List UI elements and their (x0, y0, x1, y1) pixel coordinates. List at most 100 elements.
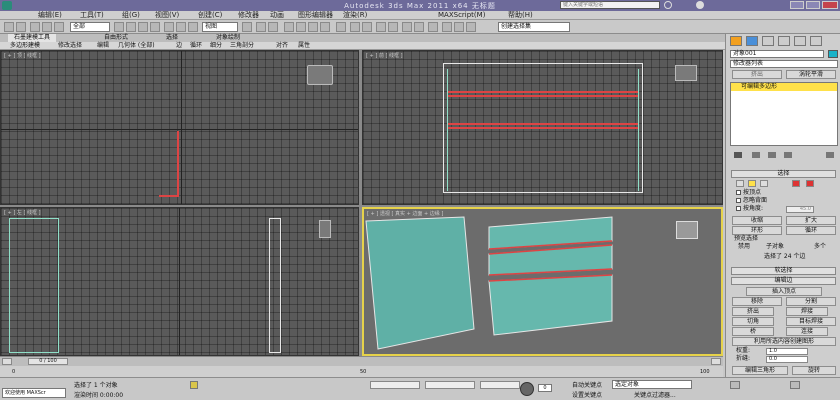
hierarchy-tab-icon[interactable] (762, 36, 774, 46)
mirror-icon[interactable] (350, 22, 360, 32)
ribbon-edit[interactable]: 编辑 (97, 42, 109, 50)
lock-icon[interactable] (190, 381, 198, 389)
menu-graph-editors[interactable]: 图形编辑器 (298, 11, 333, 20)
ribbon-align[interactable]: 对齐 (276, 42, 288, 50)
manipulate-icon[interactable] (256, 22, 266, 32)
preview-subobject-radio[interactable]: 子对象 (766, 243, 784, 251)
ribbon-polygon-modeling[interactable]: 多边形建模 (10, 42, 40, 50)
loop-button[interactable]: 循环 (786, 226, 836, 235)
tab-object-paint[interactable]: 对象绘制 (216, 34, 240, 42)
help-icon[interactable] (696, 1, 704, 9)
utilities-tab-icon[interactable] (810, 36, 822, 46)
time-slider-thumb[interactable]: 0 / 100 (28, 358, 68, 365)
menu-group[interactable]: 组(G) (122, 11, 140, 20)
angle-spinner[interactable]: 45.0 (786, 206, 814, 213)
edge-subobject-icon[interactable] (748, 180, 756, 187)
menu-edit[interactable]: 编辑(E) (38, 11, 62, 20)
render-setup-icon[interactable] (442, 22, 452, 32)
ribbon-loops[interactable]: 循环 (190, 42, 202, 50)
weight-spinner[interactable]: 1.0 (766, 348, 808, 355)
redo-icon[interactable] (16, 22, 26, 32)
minimize-button[interactable] (790, 1, 804, 9)
prev-frame-button[interactable] (2, 358, 12, 365)
preview-disabled-radio[interactable]: 禁用 (738, 243, 750, 251)
ribbon-subdivision[interactable]: 细分 (210, 42, 222, 50)
select-icon[interactable] (114, 22, 124, 32)
target-weld-button[interactable]: 目标焊接 (786, 317, 836, 326)
zoom-icon[interactable] (790, 381, 800, 389)
auto-key-label[interactable]: 自动关键点 (572, 380, 602, 389)
remove-modifier-icon[interactable] (784, 152, 792, 158)
scale-icon[interactable] (188, 22, 198, 32)
configure-sets-icon[interactable] (826, 152, 834, 158)
angle-snap-icon[interactable] (296, 22, 306, 32)
weld-button[interactable]: 焊接 (786, 307, 828, 316)
tab-graphite[interactable]: 石墨建模工具 (8, 34, 57, 42)
schematic-icon[interactable] (414, 22, 424, 32)
connect-button[interactable]: 连接 (786, 327, 828, 336)
selection-rollout-header[interactable]: 选择 (731, 170, 836, 178)
vertex-subobject-icon[interactable] (736, 180, 744, 187)
by-angle-checkbox[interactable]: 按角度: (736, 205, 763, 213)
layer-icon[interactable] (376, 22, 386, 32)
menu-views[interactable]: 视图(V) (155, 11, 179, 20)
ring-button[interactable]: 环形 (732, 226, 782, 235)
split-button[interactable]: 分割 (786, 297, 836, 306)
ignore-backfacing-checkbox[interactable]: 忽略背面 (736, 197, 767, 205)
chamfer-button[interactable]: 切角 (732, 317, 774, 326)
move-icon[interactable] (164, 22, 174, 32)
play-button[interactable] (730, 381, 740, 389)
soft-selection-rollout-header[interactable]: 软选择 (731, 267, 836, 275)
menu-rendering[interactable]: 渲染(R) (343, 11, 367, 20)
curve-editor-icon[interactable] (402, 22, 412, 32)
maximize-button[interactable] (806, 1, 820, 9)
ribbon-edges[interactable]: 边 (176, 42, 182, 50)
pin-stack-icon[interactable] (734, 152, 742, 158)
named-selection-dropdown[interactable]: 创建选择集 (498, 22, 570, 32)
snap-3d-icon[interactable] (284, 22, 294, 32)
viewport-left[interactable]: [ + ] 左 [ 线框 ] (0, 207, 359, 356)
search-input[interactable]: 键入关键字或短语 (560, 1, 660, 9)
close-button[interactable] (822, 1, 838, 9)
frame-number[interactable]: 0 (538, 384, 552, 392)
key-filters-button[interactable]: 关键点过滤器... (634, 390, 676, 399)
make-unique-icon[interactable] (768, 152, 776, 158)
viewcube-icon[interactable] (319, 220, 331, 238)
shrink-button[interactable]: 收缩 (732, 216, 782, 225)
render-icon[interactable] (466, 22, 476, 32)
extrude-modifier-button[interactable]: 挤出 (732, 70, 782, 79)
coord-field-x[interactable] (370, 381, 420, 389)
set-key-label[interactable]: 设置关键点 (572, 390, 602, 399)
selection-filter-dropdown[interactable]: 全部 (70, 22, 110, 32)
link-icon[interactable] (30, 22, 40, 32)
object-name-field[interactable]: 对象001 (730, 50, 824, 58)
viewcube-icon[interactable] (307, 65, 333, 85)
ribbon-triangulation[interactable]: 三角剖分 (230, 42, 254, 50)
polygon-subobject-icon[interactable] (792, 180, 800, 187)
menu-help[interactable]: 帮助(H) (508, 11, 533, 20)
pivot-icon[interactable] (242, 22, 252, 32)
menu-modifiers[interactable]: 修改器 (238, 11, 259, 20)
turbosmooth-modifier-button[interactable]: 涡轮平滑 (786, 70, 836, 79)
align-icon[interactable] (362, 22, 372, 32)
tab-selection[interactable]: 选择 (166, 34, 178, 42)
key-mode-dropdown[interactable]: 选定对象 (612, 380, 692, 389)
preview-multi-radio[interactable]: 多个 (814, 243, 826, 251)
menu-tools[interactable]: 工具(T) (80, 11, 104, 20)
spinner-snap-icon[interactable] (320, 22, 330, 32)
modify-tab-icon[interactable] (746, 36, 758, 46)
coord-field-z[interactable] (480, 381, 520, 389)
rotate-icon[interactable] (176, 22, 186, 32)
viewport-top[interactable]: [ + ] 顶 [ 线框 ] (0, 50, 359, 205)
key-mode-icon[interactable] (520, 382, 534, 396)
viewport-front[interactable]: [ + ] 前 [ 线框 ] (362, 50, 723, 205)
motion-tab-icon[interactable] (778, 36, 790, 46)
select-by-name-icon[interactable] (126, 22, 136, 32)
coord-field-y[interactable] (425, 381, 475, 389)
keyboard-shortcut-icon[interactable] (268, 22, 278, 32)
create-shape-button[interactable]: 利用所选内容创建图形 (732, 337, 836, 346)
window-crossing-icon[interactable] (150, 22, 160, 32)
material-editor-icon[interactable] (428, 22, 438, 32)
bind-icon[interactable] (54, 22, 64, 32)
create-tab-icon[interactable] (730, 36, 742, 46)
